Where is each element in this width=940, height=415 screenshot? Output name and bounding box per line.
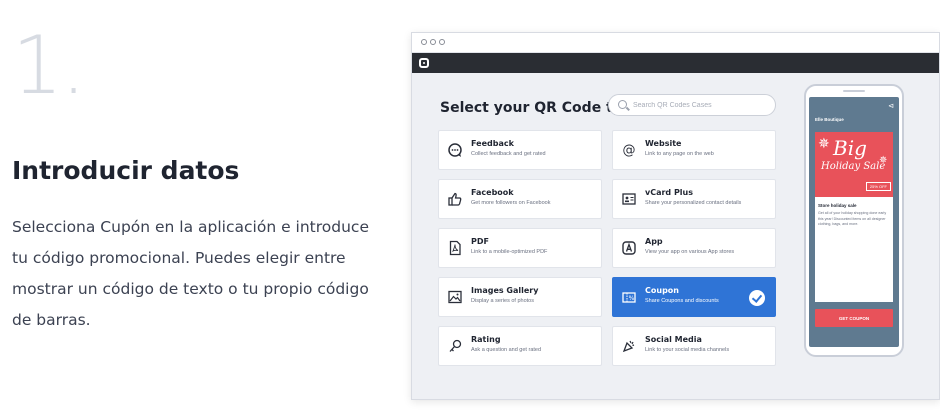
search-icon [618, 100, 627, 109]
coupon-card: Store holiday sale Get all of your holid… [815, 197, 893, 302]
phone-screen: ⊲ Elle Boutique ✵ ✵ Big Holiday Sale 25%… [809, 97, 899, 347]
card-social-media[interactable]: Social Media Link to your social media c… [612, 326, 776, 366]
card-title: PDF [471, 237, 489, 246]
phone-preview: ⊲ Elle Boutique ✵ ✵ Big Holiday Sale 25%… [804, 84, 904, 357]
pdf-icon [447, 240, 463, 256]
coupon-banner: ✵ ✵ Big Holiday Sale 25% OFF [815, 132, 893, 197]
window-controls [421, 36, 445, 45]
card-title: Facebook [471, 188, 514, 197]
app-window: Select your QR Code type Feedback Collec… [411, 32, 940, 400]
card-subtitle: Link to your social media channels [645, 347, 730, 353]
card-pdf[interactable]: PDF Link to a mobile-optimized PDF [438, 228, 602, 268]
card-subtitle: Share your personalized contact details [645, 200, 742, 206]
window-dot-close[interactable] [421, 39, 427, 45]
card-images-gallery[interactable]: Images Gallery Display a series of photo… [438, 277, 602, 317]
checkmark-icon [749, 290, 765, 306]
rating-icon [447, 338, 463, 354]
banner-headline: Big [833, 136, 867, 160]
step-description: Selecciona Cupón en la aplicación e intr… [12, 218, 369, 329]
coupon-icon: % [621, 289, 637, 305]
card-title: App [645, 237, 663, 246]
card-feedback[interactable]: Feedback Collect feedback and get rated [438, 130, 602, 170]
window-dot-maximize[interactable] [439, 39, 445, 45]
discount-badge: 25% OFF [865, 182, 891, 191]
card-title: Feedback [471, 139, 514, 148]
search-input[interactable] [633, 98, 771, 113]
svg-text:%: % [629, 295, 635, 302]
card-title: Coupon [645, 286, 679, 295]
card-subtitle: Link to any page on the web [645, 151, 714, 157]
app-logo-icon[interactable] [419, 58, 429, 68]
image-icon [447, 289, 463, 305]
banner-subline: Holiday Sale [821, 161, 886, 172]
card-website[interactable]: @ Website Link to any page on the web [612, 130, 776, 170]
card-subtitle: Share Coupons and discounts [645, 298, 719, 304]
window-titlebar [412, 33, 939, 53]
coupon-headline: Store holiday sale [818, 203, 857, 208]
firework-icon: ✵ [818, 135, 830, 151]
contact-card-icon [621, 191, 637, 207]
card-vcard-plus[interactable]: vCard Plus Share your personalized conta… [612, 179, 776, 219]
card-subtitle: Link to a mobile-optimized PDF [471, 249, 548, 255]
app-store-icon [621, 240, 637, 256]
window-dot-minimize[interactable] [430, 39, 436, 45]
card-subtitle: View your app on various App stores [645, 249, 735, 255]
search-box[interactable] [608, 94, 776, 116]
coupon-description: Get all of your holiday shopping done ea… [818, 211, 887, 226]
get-coupon-button[interactable]: GET COUPON [815, 309, 893, 327]
app-content: Select your QR Code type Feedback Collec… [412, 74, 939, 399]
card-subtitle: Display a series of photos [471, 298, 534, 304]
thumbs-up-icon [447, 191, 463, 207]
step-title: Introducir datos [12, 156, 240, 185]
card-subtitle: Ask a question and get rated [471, 347, 542, 353]
card-app[interactable]: App View your app on various App stores [612, 228, 776, 268]
feedback-icon [447, 142, 463, 158]
store-name: Elle Boutique [815, 117, 844, 122]
card-coupon[interactable]: % Coupon Share Coupons and discounts [612, 277, 776, 317]
card-title: Social Media [645, 335, 702, 344]
card-title: Images Gallery [471, 286, 539, 295]
share-icon[interactable]: ⊲ [887, 103, 895, 111]
at-sign-icon: @ [622, 142, 636, 158]
card-facebook[interactable]: Facebook Get more followers on Facebook [438, 179, 602, 219]
card-title: vCard Plus [645, 188, 694, 197]
social-media-icon [621, 338, 637, 354]
phone-speaker [843, 90, 865, 92]
card-title: Rating [471, 335, 501, 344]
app-navbar [412, 53, 939, 73]
card-rating[interactable]: Rating Ask a question and get rated [438, 326, 602, 366]
card-subtitle: Get more followers on Facebook [471, 200, 551, 206]
step-number: 1. [12, 19, 86, 112]
card-title: Website [645, 139, 682, 148]
card-subtitle: Collect feedback and get rated [471, 151, 546, 157]
